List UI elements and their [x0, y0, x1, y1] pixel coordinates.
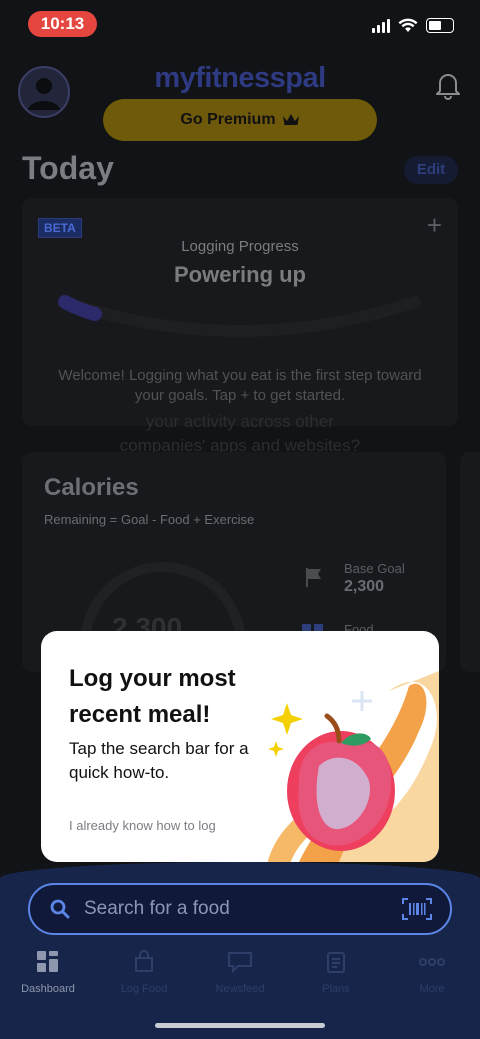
welcome-text: Welcome! Logging what you eat is the fir…: [58, 367, 422, 404]
add-icon[interactable]: +: [427, 210, 442, 241]
tab-label: Log Food: [120, 983, 168, 995]
tab-bar: Dashboard Log Food Newsfeed Plans More: [0, 950, 480, 995]
battery-icon: [426, 18, 454, 33]
signal-icon: [372, 18, 390, 33]
progress-arc: [58, 295, 421, 337]
logging-progress-label: Logging Progress: [181, 238, 299, 255]
bell-icon[interactable]: [434, 70, 462, 100]
go-premium-button[interactable]: Go Premium: [103, 99, 377, 141]
base-goal-value: 2,300: [344, 578, 385, 595]
beta-badge: BETA: [38, 218, 82, 238]
status-time: 10:13: [28, 11, 97, 37]
edit-button[interactable]: Edit: [404, 156, 458, 184]
logging-progress-title: Powering up: [174, 262, 306, 287]
wifi-icon: [398, 18, 418, 32]
dashboard-icon: [37, 951, 58, 972]
tab-label: Dashboard: [21, 983, 75, 995]
calories-formula: Remaining = Goal - Food + Exercise: [44, 512, 255, 527]
base-goal-label: Base Goal: [344, 561, 405, 576]
search-icon: [50, 899, 70, 919]
tab-more[interactable]: More: [384, 950, 480, 995]
tab-label: Newsfeed: [215, 983, 265, 995]
tab-label: Plans: [322, 983, 350, 995]
crown-icon: [282, 114, 299, 125]
page-title: Today: [22, 150, 114, 186]
newsfeed-icon: [228, 952, 252, 974]
dismiss-tooltip-link[interactable]: I already know how to log: [69, 818, 216, 833]
brand-logo: myfitnesspal: [154, 62, 326, 94]
search-placeholder: Search for a food: [84, 898, 230, 919]
tab-newsfeed[interactable]: Newsfeed: [192, 950, 288, 995]
tab-dashboard[interactable]: Dashboard: [0, 950, 96, 995]
app-screen: 10:13 myfitnesspal Go Premium Today Edit…: [0, 0, 480, 1039]
barcode-scan-icon[interactable]: [402, 898, 432, 920]
log-meal-tooltip: Log your most recent meal! Tap the searc…: [41, 631, 439, 862]
calories-title: Calories: [44, 474, 139, 501]
status-icons: [372, 18, 454, 33]
tab-label: More: [419, 983, 445, 995]
tab-log-food[interactable]: Log Food: [96, 950, 192, 995]
next-card-peek: [460, 452, 480, 672]
plans-icon: [327, 952, 345, 973]
tooltip-body: Tap the search bar for a quick how-to.: [69, 739, 249, 782]
flag-icon: [306, 568, 321, 587]
search-food-bar[interactable]: Search for a food: [28, 883, 452, 935]
go-premium-label: Go Premium: [180, 111, 276, 128]
tooltip-title: Log your most recent meal!: [69, 665, 236, 728]
log-food-icon: [135, 950, 153, 972]
home-indicator[interactable]: [155, 1023, 325, 1028]
tab-plans[interactable]: Plans: [288, 950, 384, 995]
background-overlay-text: your activity across other companies' ap…: [119, 412, 361, 455]
more-icon: [419, 958, 445, 966]
